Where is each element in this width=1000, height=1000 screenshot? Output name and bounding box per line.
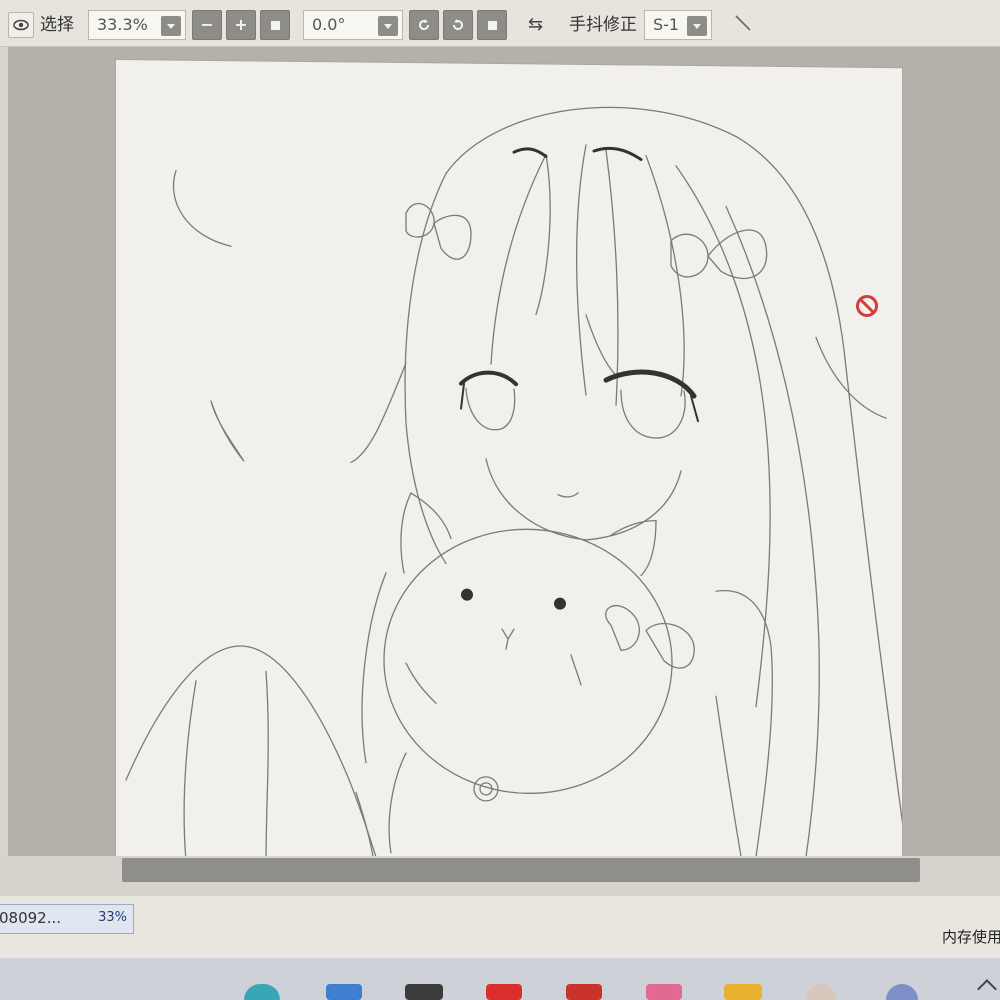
rotation-reset-button[interactable] xyxy=(477,10,507,40)
rotation-select[interactable]: 0.0° xyxy=(303,10,403,40)
left-panel-edge xyxy=(0,47,8,887)
chevron-down-icon[interactable] xyxy=(378,16,398,36)
app-pink-icon[interactable] xyxy=(646,984,682,1000)
stabilizer-label: 手抖修正 xyxy=(569,15,637,35)
document-tab[interactable]: 08092... 33% xyxy=(0,904,134,934)
top-toolbar: 选择 33.3% − + 0.0° ⇆ 手抖修正 S-1 xyxy=(0,0,1000,47)
minus-icon: − xyxy=(200,15,214,34)
zoom-value: 33.3% xyxy=(97,15,148,34)
terminal-icon[interactable] xyxy=(405,984,443,1000)
chevron-down-icon[interactable] xyxy=(687,16,707,36)
music-app-icon[interactable] xyxy=(566,984,602,1000)
rotate-left-icon xyxy=(419,19,430,31)
memory-usage-label: 内存使用 xyxy=(942,928,1000,946)
zoom-in-button[interactable]: + xyxy=(226,10,256,40)
zoom-out-button[interactable]: − xyxy=(192,10,222,40)
file-explorer-icon[interactable] xyxy=(724,984,762,1000)
status-bar xyxy=(0,896,1000,958)
zoom-select[interactable]: 33.3% xyxy=(88,10,186,40)
folder-blue-icon[interactable] xyxy=(326,984,362,1000)
zoom-reset-button[interactable] xyxy=(260,10,290,40)
select-label: 选择 xyxy=(40,15,74,35)
stabilizer-select[interactable]: S-1 xyxy=(644,10,712,40)
horizontal-scrollbar-thumb[interactable] xyxy=(122,858,920,882)
eye-icon[interactable] xyxy=(8,12,34,38)
drawing-canvas[interactable] xyxy=(116,60,902,865)
pen-icon[interactable] xyxy=(734,14,752,36)
rotate-left-button[interactable] xyxy=(409,10,439,40)
swap-icon[interactable]: ⇆ xyxy=(528,12,543,38)
stabilizer-value: S-1 xyxy=(653,15,680,34)
document-zoom: 33% xyxy=(98,910,127,925)
chevron-down-icon[interactable] xyxy=(161,16,181,36)
document-name: 08092... xyxy=(0,909,62,927)
rotate-right-icon xyxy=(452,19,463,31)
app-red-icon[interactable] xyxy=(486,984,522,1000)
plus-icon: + xyxy=(234,15,248,34)
rotation-value: 0.0° xyxy=(312,15,346,34)
no-entry-icon xyxy=(856,295,878,317)
lineart-sketch xyxy=(125,106,902,864)
rotate-right-button[interactable] xyxy=(443,10,473,40)
